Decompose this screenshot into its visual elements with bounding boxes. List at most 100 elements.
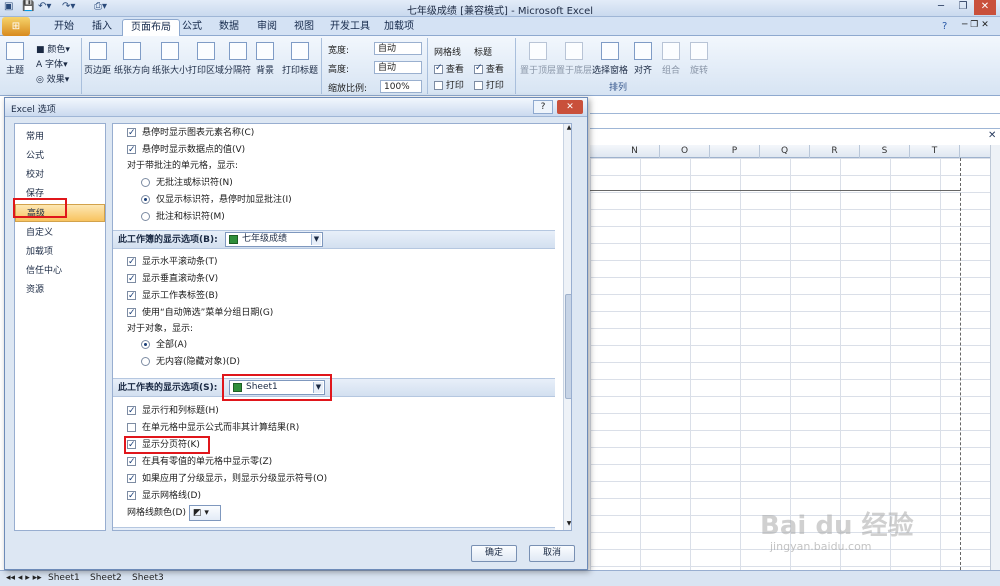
theme-colors-button[interactable]: ■ 颜色▾	[36, 42, 70, 55]
size-button[interactable]: 纸张大小	[152, 42, 188, 76]
option-row-chart-names[interactable]: 悬停时显示图表元素名称(C)	[127, 126, 254, 141]
headings-view-checkbox[interactable]: 查看	[474, 62, 504, 75]
nav-item-proofing[interactable]: 校对	[15, 166, 105, 184]
print-area-button[interactable]: 打印区域	[188, 42, 224, 76]
option-row-data-values[interactable]: 悬停时显示数据点的值(V)	[127, 143, 245, 158]
themes-label: 主题	[6, 66, 25, 76]
selection-pane-button[interactable]: 选择窗格	[592, 42, 628, 76]
page-setup-group: 页边距 纸张方向 纸张大小 打印区域 分隔符 背景 打印标题	[82, 38, 322, 94]
excel-file-icon	[229, 235, 238, 244]
gridlines-print-checkbox[interactable]: 打印	[434, 78, 464, 91]
theme-fonts-button[interactable]: A 字体▾	[36, 57, 68, 70]
themes-button[interactable]: 主题	[6, 42, 24, 76]
worksheet-display-section: 此工作表的显示选项(S): Sheet1 ▼	[113, 378, 555, 397]
theme-fonts-label: 字体	[45, 60, 64, 70]
tab-formulas[interactable]: 公式	[174, 19, 210, 36]
scroll-up-icon[interactable]: ▲	[565, 124, 571, 132]
nav-item-addins[interactable]: 加载项	[15, 243, 105, 261]
workbook-close-icon[interactable]: ✕	[988, 130, 996, 141]
restore-icon[interactable]: ❐	[952, 0, 974, 15]
ribbon-minimize-icon[interactable]: ─ ❐ ✕	[962, 20, 989, 30]
width-combo[interactable]: 自动	[374, 42, 422, 55]
sheet-tab[interactable]: Sheet3	[132, 573, 164, 583]
option-label: 显示行和列标题(H)	[142, 406, 219, 416]
radio-objects-nothing[interactable]: 无内容(隐藏对象)(D)	[141, 355, 240, 370]
tab-insert[interactable]: 插入	[84, 19, 120, 36]
sheet-tab[interactable]: Sheet2	[90, 573, 122, 583]
options-scrollbar[interactable]: ▲ ▼	[563, 124, 571, 530]
rotate-button[interactable]: 旋转	[690, 42, 708, 76]
option-row-headers[interactable]: 显示行和列标题(H)	[127, 404, 219, 419]
breaks-label: 分隔符	[224, 66, 252, 76]
print-titles-button[interactable]: 打印标题	[282, 42, 318, 76]
nav-item-popular[interactable]: 常用	[15, 128, 105, 146]
tab-developer[interactable]: 开发工具	[322, 19, 378, 36]
height-combo[interactable]: 自动	[374, 61, 422, 74]
radio-indicators-only[interactable]: 仅显示标识符，悬停时加显批注(I)	[141, 193, 292, 208]
cancel-button[interactable]: 取消	[529, 545, 575, 562]
align-button[interactable]: 对齐	[634, 42, 652, 76]
option-row-outline-symbols[interactable]: 如果应用了分级显示，则显示分级显示符号(O)	[127, 472, 327, 487]
radio-objects-all[interactable]: 全部(A)	[141, 338, 187, 353]
option-row-show-formulas[interactable]: 在单元格中显示公式而非其计算结果(R)	[127, 421, 299, 436]
tab-view[interactable]: 视图	[286, 19, 322, 36]
column-header[interactable]: T	[910, 145, 960, 158]
orientation-button[interactable]: 纸张方向	[114, 42, 150, 76]
help-icon[interactable]: ?	[942, 21, 947, 32]
radio-comments-and-indicators[interactable]: 批注和标识符(M)	[141, 210, 225, 225]
scroll-down-icon[interactable]: ▼	[565, 520, 571, 528]
dialog-title-bar[interactable]: Excel 选项 ? ✕	[5, 98, 587, 117]
tab-review[interactable]: 审阅	[249, 19, 285, 36]
dialog-help-button[interactable]: ?	[533, 100, 553, 114]
workbook-select[interactable]: 七年级成绩 ▼	[225, 232, 323, 247]
close-icon[interactable]: ✕	[974, 0, 996, 15]
print-titles-label: 打印标题	[282, 66, 319, 76]
column-header[interactable]: O	[660, 145, 710, 158]
nav-item-trust-center[interactable]: 信任中心	[15, 262, 105, 280]
nav-item-resources[interactable]: 资源	[15, 281, 105, 299]
gridline-color-picker[interactable]: ◩ ▾	[189, 505, 221, 521]
column-header[interactable]: N	[610, 145, 660, 158]
option-row-vscroll[interactable]: 显示垂直滚动条(V)	[127, 272, 218, 287]
tab-page-layout[interactable]: 页面布局	[122, 19, 180, 36]
radio-icon	[141, 212, 150, 221]
scale-spinner[interactable]: 100%	[380, 80, 422, 93]
formula-bar[interactable]	[590, 113, 1000, 129]
vertical-scrollbar[interactable]	[990, 145, 1000, 570]
option-row-hscroll[interactable]: 显示水平滚动条(T)	[127, 255, 218, 270]
column-header[interactable]: P	[710, 145, 760, 158]
bring-front-icon	[529, 42, 547, 60]
minimize-icon[interactable]: ─	[930, 0, 952, 15]
breaks-button[interactable]: 分隔符	[224, 42, 251, 76]
headings-print-checkbox[interactable]: 打印	[474, 78, 504, 91]
gridlines-view-checkbox[interactable]: 查看	[434, 62, 464, 75]
bring-front-button[interactable]: 置于顶层	[520, 42, 556, 76]
margins-button[interactable]: 页边距	[84, 42, 111, 76]
group-button[interactable]: 组合	[662, 42, 680, 76]
column-header[interactable]: S	[860, 145, 910, 158]
height-label: 高度:	[328, 65, 350, 75]
office-button[interactable]: ⊞	[2, 17, 30, 36]
ok-button[interactable]: 确定	[471, 545, 517, 562]
gridlines-view-label: 查看	[445, 65, 464, 75]
option-row-gridlines[interactable]: 显示网格线(D)	[127, 489, 201, 504]
nav-item-customize[interactable]: 自定义	[15, 224, 105, 242]
theme-effects-button[interactable]: ◎ 效果▾	[36, 72, 69, 85]
option-label: 如果应用了分级显示，则显示分级显示符号(O)	[142, 474, 328, 484]
option-row-group-dates[interactable]: 使用“自动筛选”菜单分组日期(G)	[127, 306, 273, 321]
sheet-tab[interactable]: Sheet1	[48, 573, 80, 583]
column-header[interactable]: R	[810, 145, 860, 158]
dialog-close-icon[interactable]: ✕	[557, 100, 583, 114]
tab-data[interactable]: 数据	[211, 19, 247, 36]
sheet-nav-icon[interactable]: ◂◂ ◂ ▸ ▸▸	[6, 573, 42, 583]
send-back-button[interactable]: 置于底层	[556, 42, 592, 76]
radio-no-comments[interactable]: 无批注或标识符(N)	[141, 176, 233, 191]
option-row-sheet-tabs[interactable]: 显示工作表标签(B)	[127, 289, 218, 304]
background-button[interactable]: 背景	[256, 42, 274, 76]
nav-item-formulas[interactable]: 公式	[15, 147, 105, 165]
tab-addins[interactable]: 加载项	[376, 19, 422, 36]
scroll-thumb[interactable]	[565, 294, 571, 399]
tab-home[interactable]: 开始	[46, 19, 82, 36]
option-row-show-zero[interactable]: 在具有零值的单元格中显示零(Z)	[127, 455, 272, 470]
column-header[interactable]: Q	[760, 145, 810, 158]
